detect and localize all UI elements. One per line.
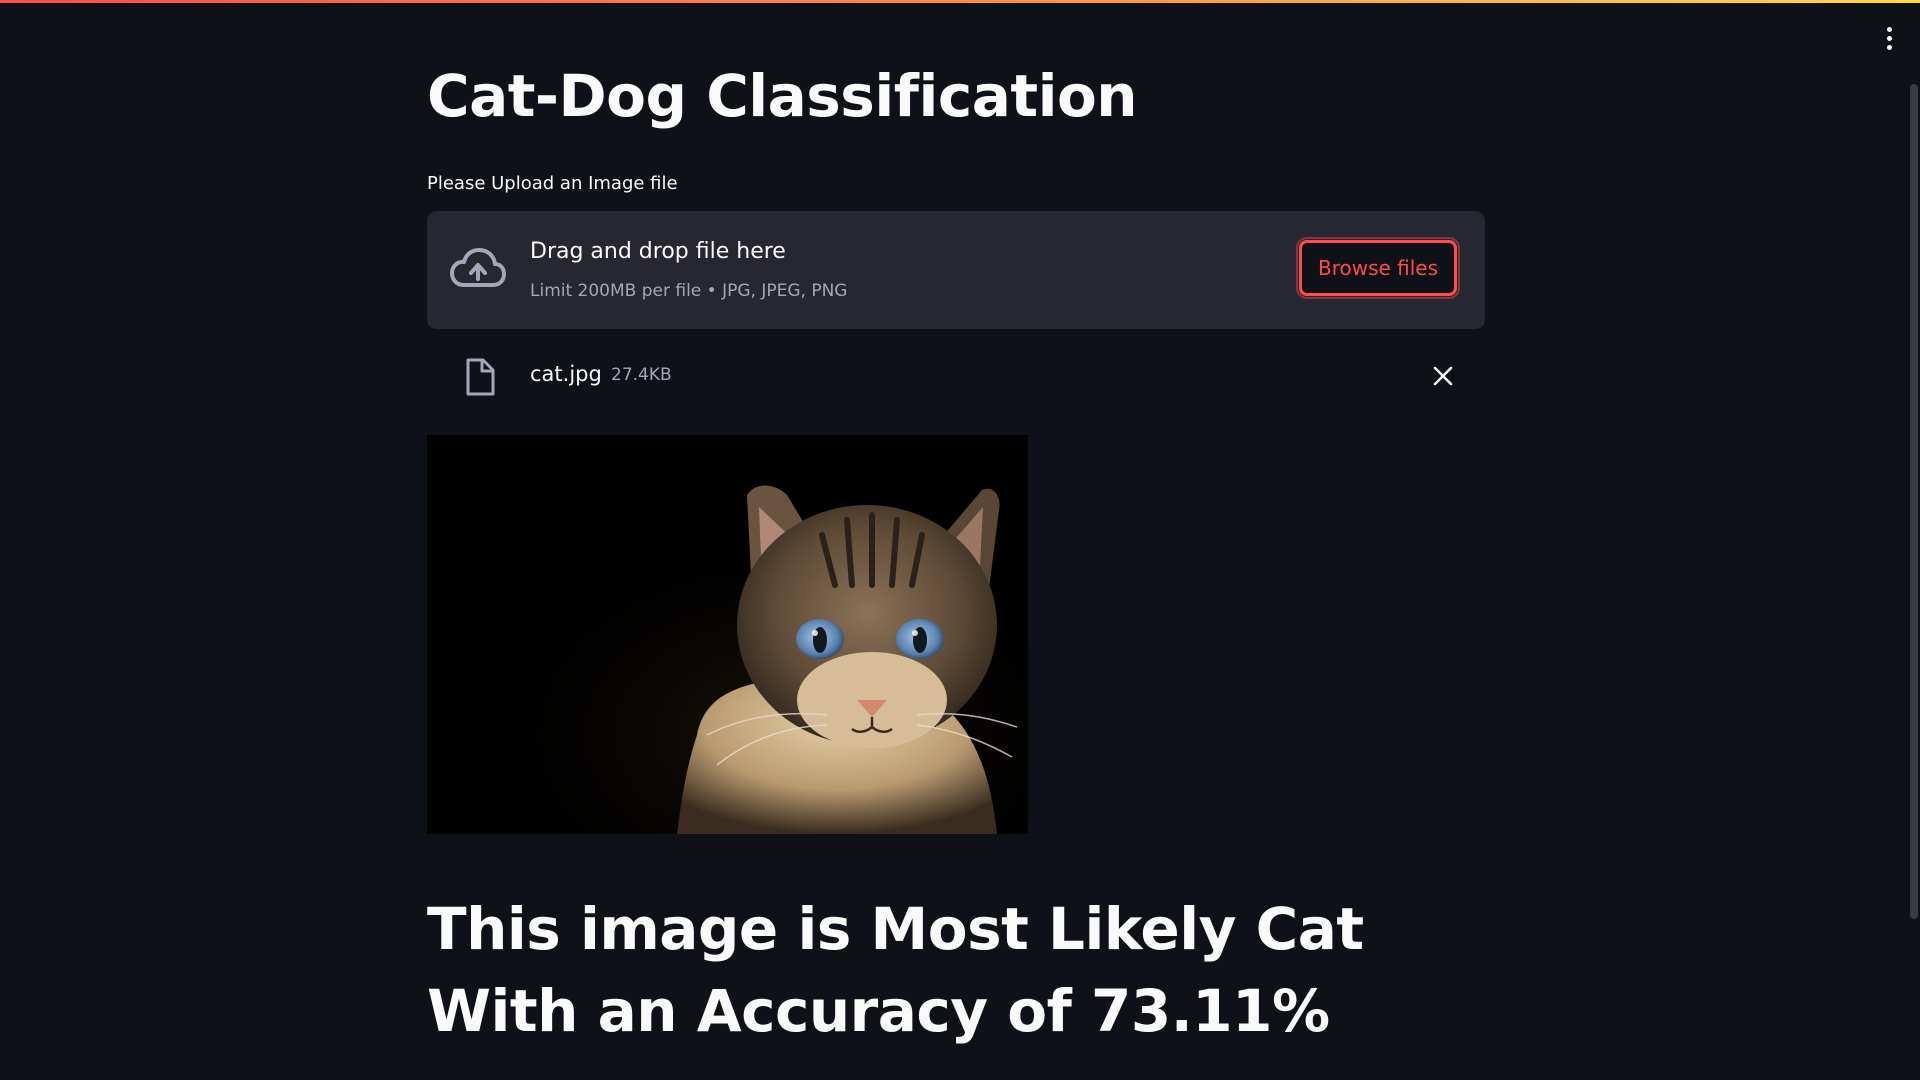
- menu-dot-icon: [1886, 35, 1892, 41]
- menu-dot-icon: [1886, 26, 1892, 32]
- browse-files-button[interactable]: Browse files: [1296, 237, 1460, 299]
- uploader-label: Please Upload an Image file: [427, 173, 678, 194]
- file-dropzone[interactable]: Drag and drop file here Limit 200MB per …: [427, 211, 1485, 329]
- page-scrollbar[interactable]: [1910, 84, 1918, 919]
- page-title: Cat-Dog Classification: [427, 62, 1138, 130]
- dropzone-instructions: Drag and drop file here: [530, 239, 786, 264]
- remove-file-close-icon[interactable]: [1429, 362, 1457, 390]
- main-menu-button[interactable]: [1874, 20, 1904, 56]
- uploaded-cat-image: [427, 435, 1028, 834]
- classification-result: This image is Most Likely Cat With an Ac…: [427, 895, 1364, 1045]
- uploaded-file-name: cat.jpg: [530, 362, 602, 386]
- top-decoration-bar: [0, 0, 1920, 3]
- cloud-upload-icon: [450, 248, 506, 287]
- menu-dot-icon: [1886, 44, 1892, 50]
- cat-photo-icon: [427, 435, 1028, 834]
- uploaded-file-item: cat.jpg 27.4KB: [427, 350, 1485, 402]
- uploaded-file-size: 27.4KB: [611, 365, 672, 385]
- dropzone-limit-text: Limit 200MB per file • JPG, JPEG, PNG: [530, 281, 848, 301]
- file-icon: [466, 358, 495, 396]
